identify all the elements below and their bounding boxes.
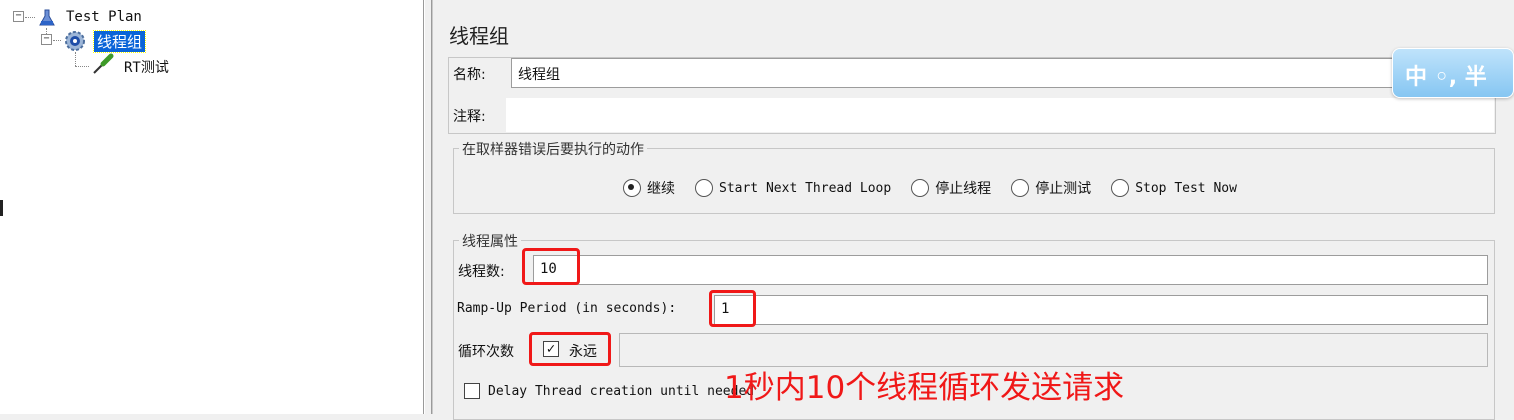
radio-button[interactable] — [623, 179, 641, 197]
tree-connector — [53, 40, 61, 41]
radio-label: 继续 — [647, 181, 675, 197]
collapse-root-icon[interactable]: − — [13, 11, 24, 22]
name-input[interactable]: 线程组 — [511, 58, 1495, 88]
tree-connector — [75, 66, 89, 67]
error-action-option[interactable]: 停止测试 — [1011, 178, 1091, 198]
page-title: 线程组 — [449, 24, 509, 48]
error-action-option[interactable]: Stop Test Now — [1111, 179, 1237, 197]
ime-status-text: 中 ◦, 半 — [1405, 65, 1487, 90]
radio-label: Stop Test Now — [1135, 180, 1237, 196]
delay-thread-label[interactable]: Delay Thread creation until needed — [488, 384, 754, 399]
delay-thread-checkbox[interactable] — [464, 383, 480, 399]
annotation-text: 1秒内10个线程循环发送请求 — [724, 370, 1125, 406]
threads-label: 线程数: — [458, 264, 505, 280]
error-action-option[interactable]: 停止线程 — [911, 178, 991, 198]
radio-button[interactable] — [1111, 179, 1130, 197]
radio-label: 停止线程 — [935, 181, 992, 197]
name-label: 名称: — [453, 67, 486, 83]
threads-highlight — [522, 248, 580, 285]
window-edge-marker — [0, 200, 3, 216]
thread-group-panel: 线程组 名称: 线程组 注释: 在取样器错误后要执行的动作 继续 Start Ne… — [432, 0, 1514, 420]
comment-label: 注释: — [453, 109, 486, 125]
error-action-option[interactable]: Start Next Thread Loop — [695, 179, 891, 197]
comment-input[interactable] — [505, 97, 1495, 133]
tree-item-thread-group[interactable]: 线程组 — [92, 30, 147, 53]
radio-button[interactable] — [1011, 179, 1030, 197]
error-action-option[interactable]: 继续 — [623, 178, 675, 198]
gear-icon — [65, 31, 85, 51]
tree-panel: − Test Plan − 线程组 RT测试 — [0, 0, 424, 414]
error-action-legend: 在取样器错误后要执行的动作 — [459, 139, 647, 159]
forever-highlight — [529, 332, 611, 366]
loop-count-label: 循环次数 — [458, 344, 514, 360]
radio-label: Start Next Thread Loop — [719, 180, 892, 196]
tree-item-rt-test[interactable]: RT测试 — [124, 57, 169, 77]
tree-item-test-plan[interactable]: Test Plan — [66, 9, 142, 25]
tree-connector — [25, 17, 35, 18]
threads-input[interactable]: 10 — [533, 255, 1488, 285]
collapse-thread-group-icon[interactable]: − — [41, 34, 52, 45]
pipette-icon — [93, 53, 114, 74]
rampup-label: Ramp-Up Period (in seconds): — [457, 301, 677, 316]
ime-status-widget[interactable]: 中 ◦, 半 — [1392, 48, 1514, 98]
tree-connector — [75, 52, 76, 66]
error-action-options: 继续 Start Next Thread Loop 停止线程 停止测试 Stop Tes… — [623, 177, 1503, 199]
rampup-highlight — [709, 290, 756, 327]
radio-label: 停止测试 — [1035, 181, 1092, 197]
panel-splitter[interactable] — [424, 0, 432, 414]
radio-button[interactable] — [695, 179, 713, 197]
flask-icon — [39, 9, 55, 26]
rampup-input[interactable]: 1 — [714, 295, 1488, 325]
thread-properties-legend: 线程属性 — [459, 231, 521, 251]
radio-button[interactable] — [911, 179, 930, 197]
